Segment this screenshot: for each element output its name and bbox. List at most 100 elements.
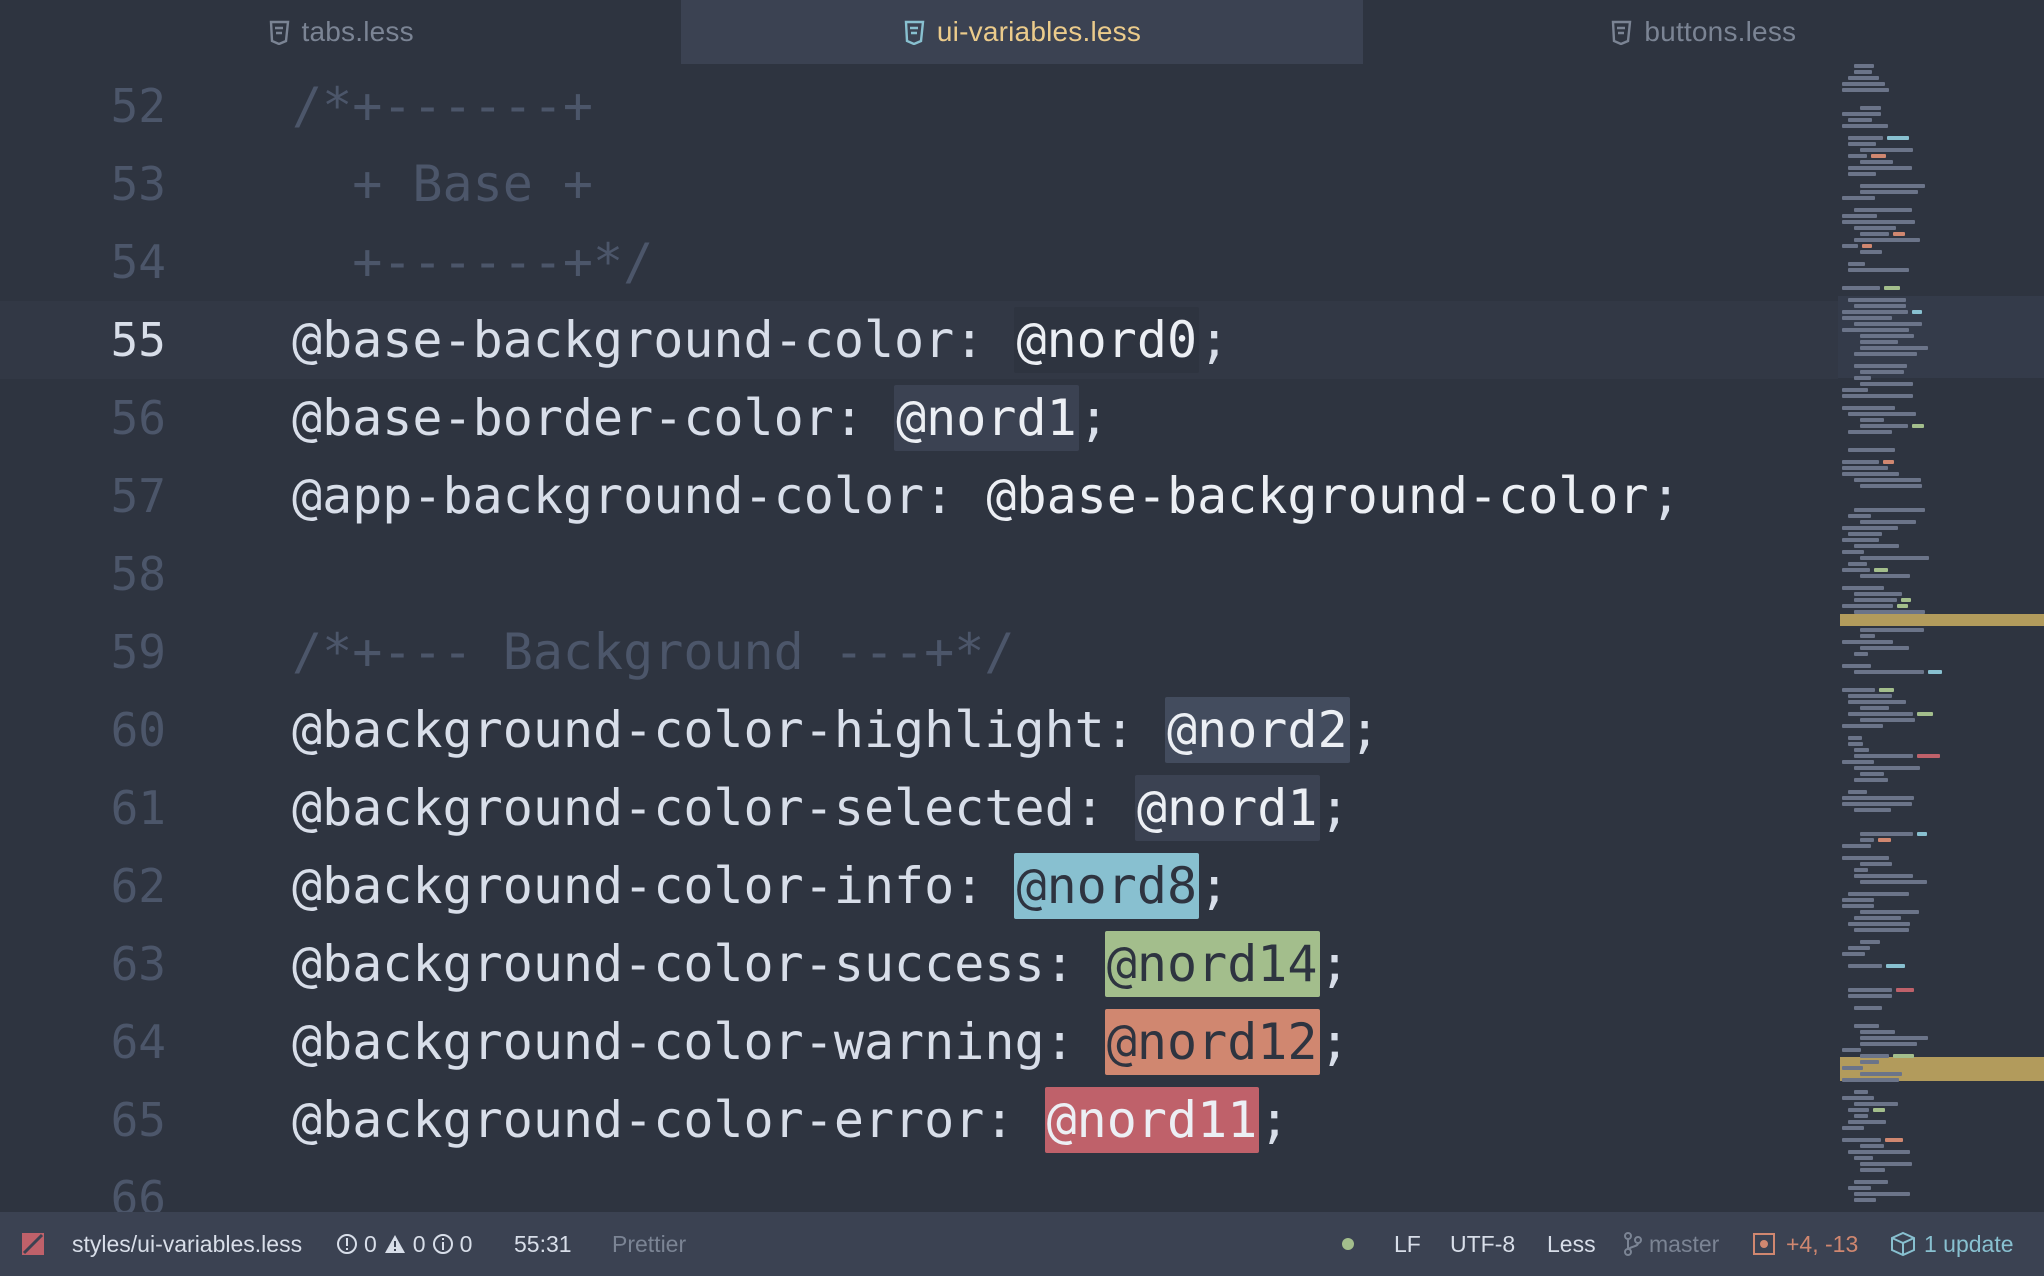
git-diff-status[interactable]: +4, -13 (1752, 1231, 1858, 1258)
minimap-code-line (1848, 118, 1872, 122)
cursor-position-label: 55:31 (514, 1230, 572, 1257)
code-line[interactable]: 64 @background-color-warning: @nord12; (0, 1003, 1838, 1081)
minimap-code-line (1848, 700, 1906, 704)
code-line[interactable]: 54 +------+*/ (0, 223, 1838, 301)
tab-tabs-less[interactable]: tabs.less (0, 0, 681, 64)
minimap-code-line (1848, 988, 1892, 992)
minimap-code-line (1842, 310, 1908, 314)
minimap-code-line (1860, 1030, 1895, 1034)
minimap-color-token (1912, 310, 1922, 314)
code-line[interactable]: 62 @background-color-info: @nord8; (0, 847, 1838, 925)
minimap-code-line (1842, 1048, 1861, 1052)
code-line[interactable]: 61 @background-color-selected: @nord1; (0, 769, 1838, 847)
tab-buttons-less[interactable]: buttons.less (1363, 0, 2044, 64)
warning-count: 0 (412, 1230, 426, 1257)
css-file-icon (1612, 20, 1632, 45)
minimap-color-token (1912, 424, 1924, 428)
minimap-code-line (1854, 70, 1872, 74)
line-number: 66 (110, 1171, 166, 1212)
minimap-code-line (1854, 478, 1921, 482)
minimap-code-line (1842, 196, 1875, 200)
minimap-code-line (1854, 916, 1901, 920)
code-line[interactable]: 65 @background-color-error: @nord11; (0, 1081, 1838, 1159)
minimap-code-line (1848, 448, 1895, 452)
minimap-code-line (1860, 772, 1884, 776)
minimap-color-token (1887, 136, 1909, 140)
line-number: 53 (110, 157, 166, 211)
code-line[interactable]: 57 @app-background-color: @base-backgrou… (0, 457, 1838, 535)
minimap-code-line (1848, 946, 1870, 950)
minimap-code-line (1860, 1054, 1889, 1058)
minimap-color-token (1928, 670, 1942, 674)
encoding-label: UTF-8 (1450, 1230, 1516, 1257)
minimap-code-line (1854, 598, 1897, 602)
code-line-current[interactable]: 55 @base-background-color: @nord0; (0, 301, 1838, 379)
code-line[interactable]: 58 (0, 535, 1838, 613)
linter-status[interactable]: 0 0 0 (336, 1231, 472, 1258)
minimap-code-line (1842, 586, 1884, 590)
minimap-code-line (1860, 832, 1913, 836)
package-updates[interactable]: 1 update (1890, 1231, 2014, 1258)
variable-name: @background-color-error: (292, 1091, 1045, 1149)
minimap-code-line (1860, 574, 1910, 578)
code-editor[interactable]: 52 /*+------+ 53 + Base + 54 +------+*/ … (0, 64, 1838, 1212)
minimap-code-line (1842, 220, 1915, 224)
variable-name: @base-background-color: (292, 311, 1015, 369)
minimap-code-line (1842, 406, 1895, 410)
formatter-status[interactable]: Prettier (612, 1231, 686, 1258)
minimap-code-line (1854, 652, 1868, 656)
file-path-label: styles/ui-variables.less (72, 1230, 303, 1257)
code-line[interactable]: 53 + Base + (0, 145, 1838, 223)
minimap-code-line (1842, 1078, 1899, 1082)
color-swatch-token: @nord14 (1104, 931, 1320, 997)
package-icon (1891, 1231, 1915, 1257)
code-line[interactable]: 60 @background-color-highlight: @nord2; (0, 691, 1838, 769)
git-branch[interactable]: master (1623, 1231, 1719, 1258)
minimap-code-line (1854, 208, 1912, 212)
file-status[interactable] (20, 1231, 46, 1257)
code-line[interactable]: 59 /*+--- Background ---+*/ (0, 613, 1838, 691)
minimap-color-token (1917, 754, 1940, 758)
minimap-code-line (1848, 430, 1892, 434)
minimap-code-line (1860, 718, 1915, 722)
minimap-code-line (1848, 922, 1910, 926)
code-line[interactable]: 56 @base-border-color: @nord1; (0, 379, 1838, 457)
code-line[interactable]: 52 /*+------+ (0, 67, 1838, 145)
minimap-color-token (1878, 838, 1891, 842)
grammar-label: Less (1547, 1230, 1596, 1257)
error-count: 0 (364, 1230, 377, 1257)
minimap-color-token (1893, 1054, 1914, 1058)
cursor-position[interactable]: 55:31 (514, 1231, 572, 1258)
file-path[interactable]: styles/ui-variables.less (72, 1231, 302, 1258)
status-dot-icon (1342, 1238, 1354, 1250)
minimap[interactable] (1838, 64, 2044, 1212)
grammar-selector[interactable]: Less (1547, 1231, 1596, 1258)
color-swatch-token: @nord12 (1104, 1009, 1320, 1075)
semicolon: ; (1259, 1091, 1290, 1149)
code-line[interactable]: 63 @background-color-success: @nord14; (0, 925, 1838, 1003)
minimap-code-line (1854, 610, 1925, 614)
line-ending-label: LF (1394, 1230, 1421, 1257)
minimap-code-line (1854, 928, 1909, 932)
line-ending-selector[interactable]: LF (1394, 1231, 1421, 1258)
variable-reference: @base-background-color (986, 467, 1649, 525)
minimap-code-line (1860, 1168, 1885, 1172)
minimap-code-line (1860, 424, 1908, 428)
minimap-code-line (1854, 748, 1869, 752)
line-number: 55 (110, 313, 166, 367)
line-number: 58 (110, 547, 166, 601)
encoding-selector[interactable]: UTF-8 (1450, 1231, 1515, 1258)
minimap-code-line (1848, 154, 1867, 158)
code-line[interactable]: 66 (0, 1159, 1838, 1212)
minimap-code-line (1842, 796, 1914, 800)
minimap-code-line (1842, 286, 1880, 290)
tab-ui-variables-less[interactable]: ui-variables.less (681, 0, 1363, 64)
updates-label: 1 update (1924, 1230, 2014, 1257)
semicolon: ; (1349, 701, 1380, 759)
semicolon: ; (1199, 311, 1230, 369)
minimap-code-line (1854, 1090, 1868, 1094)
color-swatch-token: @nord2 (1164, 697, 1350, 763)
minimap-code-line (1848, 712, 1913, 716)
minimap-code-line (1854, 670, 1924, 674)
minimap-code-line (1860, 106, 1881, 110)
